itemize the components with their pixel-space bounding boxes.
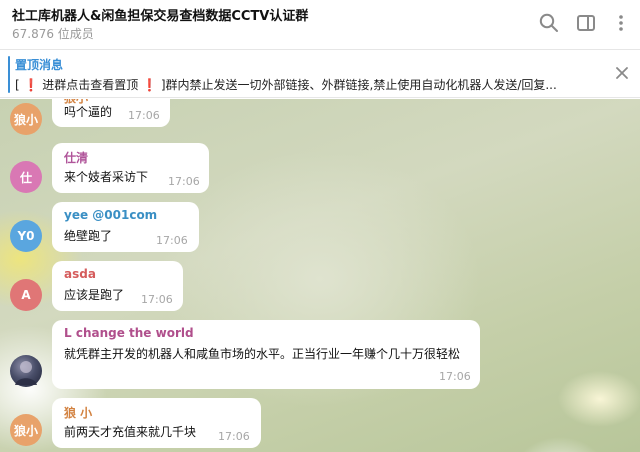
avatar[interactable]: 狼小 — [10, 414, 42, 446]
chat-area[interactable]: 狼小 狼小 吗个逼的 17:06 仕 仕清 来个妓者采访下 17:06 Y0 y… — [0, 99, 640, 452]
search-icon[interactable] — [538, 12, 560, 34]
message-time: 17:06 — [168, 175, 200, 188]
sender-name[interactable]: 仕清 — [64, 149, 199, 166]
message-time: 17:06 — [439, 370, 471, 383]
message-text: 应该是跑了 — [64, 288, 125, 302]
message-bubble: 狼 小 前两天才充值来就几千块 17:06 — [52, 398, 261, 448]
more-options-icon[interactable] — [610, 12, 632, 34]
close-icon[interactable] — [614, 65, 630, 81]
message-text: 前两天才充值来就几千块 — [64, 425, 197, 439]
avatar[interactable] — [10, 355, 42, 387]
pinned-text: [ ❗ 进群点击查看置顶 ❗ ]群内禁止发送一切外部链接、外群链接,禁止使用自动… — [15, 78, 557, 92]
message-text: 来个妓者采访下 — [64, 170, 149, 184]
chat-header: 社工库机器人&闲鱼担保交易查档数据CCTV认证群 67.876 位成员 — [0, 0, 640, 50]
message-time: 17:06 — [218, 430, 250, 443]
group-title[interactable]: 社工库机器人&闲鱼担保交易查档数据CCTV认证群 — [12, 5, 308, 24]
member-count: 67.876 位成员 — [12, 27, 94, 41]
pinned-label: 置顶消息 — [15, 58, 64, 72]
message-bubble: 仕清 来个妓者采访下 17:06 — [52, 143, 209, 193]
pinned-accent-bar — [8, 56, 10, 93]
sender-name[interactable]: asda — [64, 267, 173, 281]
pinned-message-bar[interactable]: 置顶消息 [ ❗ 进群点击查看置顶 ❗ ]群内禁止发送一切外部链接、外群链接,禁… — [0, 51, 640, 98]
user-photo-icon — [15, 361, 37, 385]
message-text: 绝壁跑了 — [64, 229, 113, 243]
message-bubble: 狼小 吗个逼的 17:06 — [52, 99, 170, 127]
sender-name[interactable]: 狼 小 — [64, 404, 251, 421]
message-text: 就凭群主开发的机器人和咸鱼市场的水平。正当行业一年赚个几十万很轻松 — [64, 347, 461, 361]
avatar[interactable]: A — [10, 279, 42, 311]
sender-name[interactable]: L change the world — [64, 326, 470, 340]
message-time: 17:06 — [141, 293, 173, 306]
message-time: 17:06 — [128, 109, 160, 122]
message-time: 17:06 — [156, 234, 188, 247]
avatar[interactable]: 仕 — [10, 161, 42, 193]
avatar[interactable]: 狼小 — [10, 103, 42, 135]
message-bubble: yee @001com 绝壁跑了 17:06 — [52, 202, 199, 252]
message-bubble: asda 应该是跑了 17:06 — [52, 261, 183, 311]
message-bubble: L change the world 就凭群主开发的机器人和咸鱼市场的水平。正当… — [52, 320, 480, 389]
message-text: 吗个逼的 — [64, 105, 113, 119]
avatar[interactable]: Y0 — [10, 220, 42, 252]
sender-name[interactable]: yee @001com — [64, 208, 189, 222]
sidebar-toggle-icon[interactable] — [575, 12, 597, 34]
